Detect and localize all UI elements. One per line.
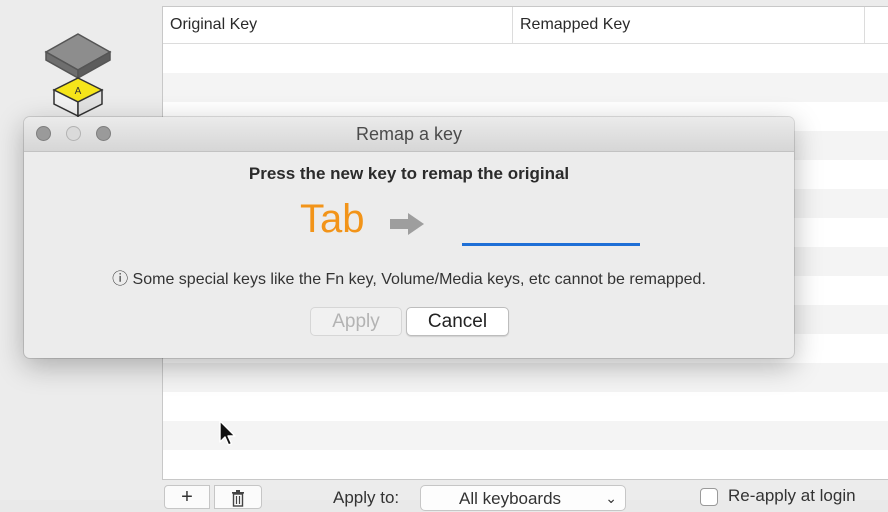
keyboards-popup[interactable]: All keyboards ⌄ <box>420 485 626 511</box>
table-row[interactable] <box>163 421 888 450</box>
table-row[interactable] <box>163 363 888 392</box>
keyboards-popup-value: All keyboards <box>459 489 562 508</box>
table-row[interactable] <box>163 450 888 479</box>
dialog-instruction: Press the new key to remap the original <box>248 164 570 183</box>
delete-mapping-button[interactable] <box>214 485 262 509</box>
table-row[interactable] <box>163 44 888 73</box>
column-header-remapped-key[interactable]: Remapped Key <box>513 7 865 43</box>
column-header-original-key[interactable]: Original Key <box>163 7 513 43</box>
apply-button[interactable]: Apply <box>310 307 402 336</box>
reapply-at-login-checkbox[interactable] <box>700 488 718 506</box>
chevron-down-icon: ⌄ <box>605 490 617 506</box>
svg-text:A: A <box>75 86 82 97</box>
info-note: ⓘ Some special keys like the Fn key, Vol… <box>112 271 706 288</box>
right-arrow-icon <box>390 213 424 235</box>
mouse-cursor-icon <box>219 420 236 446</box>
bottom-toolbar: + Apply to: All keyboards ⌄ Re-apply at … <box>0 480 888 511</box>
table-row[interactable] <box>163 392 888 421</box>
apply-to-label: Apply to: <box>333 488 400 507</box>
remap-key-dialog: Remap a key Press the new key to remap t… <box>24 117 794 358</box>
table-row[interactable] <box>163 73 888 102</box>
dialog-titlebar: Remap a key <box>24 117 794 152</box>
cancel-button[interactable]: Cancel <box>406 307 509 336</box>
trash-icon <box>232 490 244 507</box>
add-mapping-button[interactable]: + <box>164 485 210 509</box>
original-key-label: Tab <box>300 197 365 241</box>
app-keycap-icon: A <box>44 33 112 118</box>
reapply-at-login-label[interactable]: Re-apply at login <box>728 486 856 506</box>
table-header: Original Key Remapped Key <box>163 7 888 44</box>
dialog-title: Remap a key <box>355 124 463 144</box>
new-key-slot <box>462 243 640 246</box>
